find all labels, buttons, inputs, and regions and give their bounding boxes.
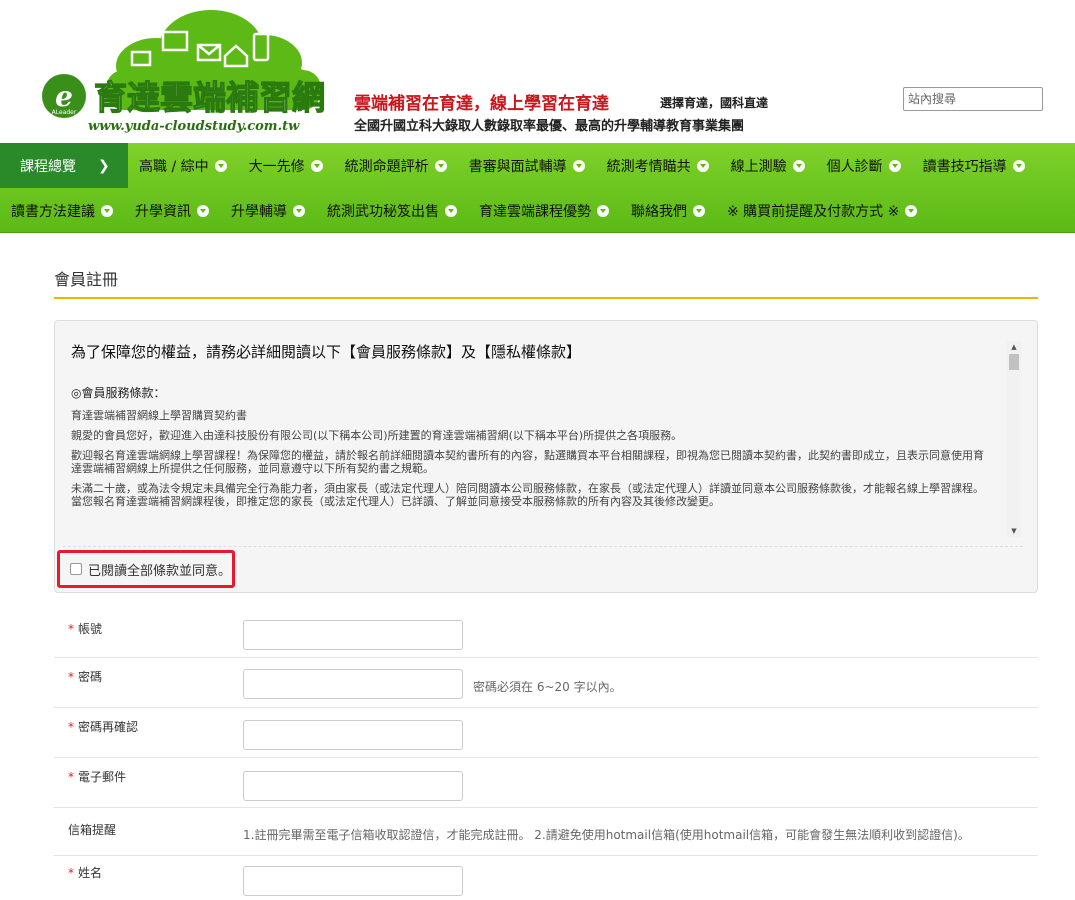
password-confirm-input[interactable] (243, 720, 463, 750)
dropdown-circle-icon (293, 204, 305, 217)
terms-box: 為了保障您的權益，請務必詳細閱讀以下【會員服務條款】及【隱私權條款】 ◎會員服務… (54, 320, 1038, 593)
name-input[interactable] (243, 866, 463, 896)
nav-row-2: 讀書方法建議 升學資訊 升學輔導 統測武功秘笈出售 育達雲端課程優勢 聯絡我們 … (0, 188, 928, 233)
dropdown-circle-icon (888, 159, 901, 172)
title-divider (54, 297, 1038, 299)
nav-item-study-skills[interactable]: 讀書技巧指導 (912, 143, 1036, 188)
dropdown-circle-icon (434, 159, 447, 172)
terms-divider (63, 546, 1023, 547)
form-row-password: * 密碼 密碼必須在 6~20 字以內。 (54, 658, 1038, 708)
agree-terms-checkbox-group[interactable]: 已閱讀全部條款並同意。 (57, 550, 235, 588)
site-search-input[interactable] (903, 87, 1043, 111)
logo-small-mark: ALeader (52, 109, 77, 116)
terms-scrollbar[interactable]: ▲ ▼ (1007, 341, 1021, 537)
required-mark: * (68, 622, 74, 636)
form-row-mailbox-reminder: 信箱提醒 1.註冊完畢需至電子信箱收取認證信，才能完成註冊。 2.請避免使用ho… (54, 808, 1038, 856)
nav-item-interview-coaching[interactable]: 書審與面試輔導 (458, 143, 596, 188)
password-confirm-label: * 密碼再確認 (68, 720, 139, 734)
main-nav: 課程總覽 ❯ 高職 / 綜中 大一先修 統測命題評析 書審與面試輔導 統測考情瞄… (0, 143, 1075, 233)
nav-item-payment-notice[interactable]: ※ 購買前提醒及付款方式 ※ (716, 188, 928, 233)
mailbox-reminder-text: 1.註冊完畢需至電子信箱收取認證信，才能完成註冊。 2.請避免使用hotmail… (243, 828, 970, 842)
form-row-name: * 姓名 (54, 856, 1038, 900)
logo-url-text: www.yuda-cloudstudy.com.tw (88, 119, 300, 134)
logo-brand-text: 育達雲端補習網 (94, 78, 325, 117)
agree-terms-label[interactable]: 已閱讀全部條款並同意。 (88, 560, 231, 579)
terms-heading: 為了保障您的權益，請務必詳細閱讀以下【會員服務條款】及【隱私權條款】 (71, 343, 582, 361)
nav-item-online-test[interactable]: 線上測驗 (720, 143, 816, 188)
account-label: * 帳號 (68, 622, 103, 636)
dropdown-circle-icon (572, 159, 585, 172)
terms-paragraph: 未滿二十歲，或為法令規定未具備完全行為能力者，須由家長（或法定代理人）陪同閱讀本… (71, 482, 984, 508)
dropdown-circle-icon (693, 204, 705, 217)
dropdown-circle-icon (597, 204, 609, 217)
nav-overview-label: 課程總覽 (20, 158, 76, 175)
dropdown-circle-icon (101, 204, 113, 217)
dropdown-circle-icon (445, 204, 457, 217)
form-row-email: * 電子郵件 (54, 758, 1038, 808)
nav-item-personal-diagnosis[interactable]: 個人診斷 (816, 143, 912, 188)
nav-course-overview[interactable]: 課程總覽 ❯ (0, 143, 128, 188)
nav-item-admission-info[interactable]: 升學資訊 (124, 188, 220, 233)
nav-item-exam-trends[interactable]: 統測考情瞄共 (596, 143, 720, 188)
scroll-up-arrow-icon[interactable]: ▲ (1007, 341, 1021, 353)
chevron-down-icon: ❯ (98, 157, 110, 174)
mailbox-reminder-label: 信箱提醒 (68, 823, 117, 837)
nav-item-study-methods[interactable]: 讀書方法建議 (0, 188, 124, 233)
form-row-password-confirm: * 密碼再確認 (54, 708, 1038, 758)
required-mark: * (68, 670, 74, 684)
tagline-right: 選擇育達，國科直達 (660, 96, 769, 110)
scrollbar-thumb[interactable] (1009, 354, 1019, 370)
tagline-main: 雲端補習在育達，線上學習在育達 (354, 94, 609, 114)
terms-scroll-area[interactable]: 為了保障您的權益，請務必詳細閱讀以下【會員服務條款】及【隱私權條款】 ◎會員服務… (55, 321, 1023, 541)
dropdown-circle-icon (905, 204, 918, 217)
nav-item-contact-us[interactable]: 聯絡我們 (620, 188, 716, 233)
terms-paragraph: 親愛的會員您好，歡迎進入由達科技股份有限公司(以下稱本公司)所建置的育達雲端補習… (71, 429, 683, 442)
nav-item-course-advantages[interactable]: 育達雲端課程優勢 (468, 188, 620, 233)
scroll-down-arrow-icon[interactable]: ▼ (1007, 525, 1021, 537)
page-title: 會員註冊 (54, 270, 119, 289)
password-label: * 密碼 (68, 670, 103, 684)
dropdown-circle-icon (792, 159, 805, 172)
required-mark: * (68, 866, 74, 880)
terms-paragraph: 歡迎報名育達雲端網線上學習課程！為保障您的權益，請於報名前詳細閱讀本契約書所有的… (71, 449, 984, 475)
name-label: * 姓名 (68, 866, 103, 880)
password-hint: 密碼必須在 6~20 字以內。 (473, 680, 622, 694)
dropdown-circle-icon (214, 159, 227, 172)
form-row-account: * 帳號 (54, 604, 1038, 658)
yuda-cloudstudy-logo[interactable]: e ALeader 育達雲端補習網 www.yuda-cloudstudy.co… (36, 8, 336, 136)
required-mark: * (68, 720, 74, 734)
dropdown-circle-icon (310, 159, 323, 172)
nav-item-secret-manual[interactable]: 統測武功秘笈出售 (316, 188, 468, 233)
terms-section-title: ◎會員服務條款： (71, 386, 166, 400)
password-input[interactable] (243, 669, 463, 699)
email-input[interactable] (243, 771, 463, 801)
nav-item-vocational[interactable]: 高職 / 綜中 (128, 143, 238, 188)
email-label: * 電子郵件 (68, 770, 127, 784)
dropdown-circle-icon (1012, 159, 1025, 172)
terms-paragraph: 育達雲端補習網線上學習購買契約書 (71, 409, 247, 422)
dropdown-circle-icon (696, 159, 709, 172)
dropdown-circle-icon (197, 204, 209, 217)
nav-item-freshman-prep[interactable]: 大一先修 (238, 143, 334, 188)
required-mark: * (68, 770, 74, 784)
agree-terms-checkbox[interactable] (70, 563, 82, 575)
nav-item-exam-analysis[interactable]: 統測命題評析 (334, 143, 458, 188)
account-input[interactable] (243, 620, 463, 650)
site-header: e ALeader 育達雲端補習網 www.yuda-cloudstudy.co… (0, 0, 1075, 143)
nav-item-admission-coaching[interactable]: 升學輔導 (220, 188, 316, 233)
tagline-sub: 全國升國立科大錄取人數錄取率最優、最高的升學輔導教育事業集團 (354, 119, 745, 134)
nav-row-1: 課程總覽 ❯ 高職 / 綜中 大一先修 統測命題評析 書審與面試輔導 統測考情瞄… (0, 143, 1036, 188)
